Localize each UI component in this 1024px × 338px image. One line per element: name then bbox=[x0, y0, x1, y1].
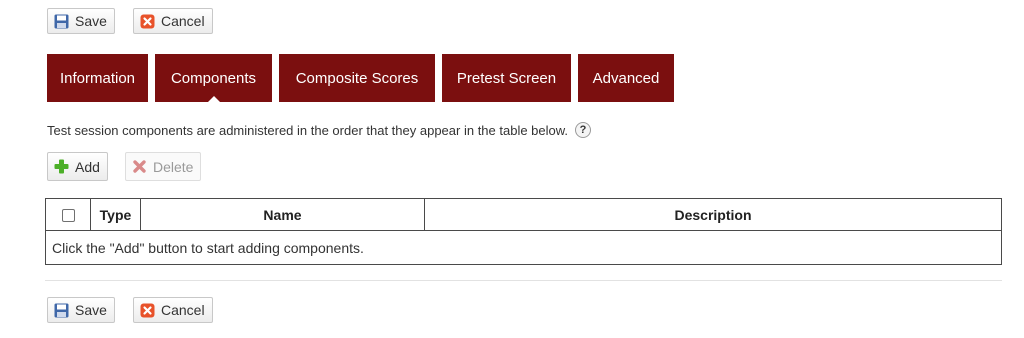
components-table: Type Name Description Click the "Add" bu… bbox=[45, 198, 1002, 265]
cancel-x-icon bbox=[140, 14, 155, 29]
delete-label: Delete bbox=[153, 158, 194, 175]
save-button-top[interactable]: Save bbox=[47, 8, 115, 34]
cancel-button-top[interactable]: Cancel bbox=[133, 8, 213, 34]
tab-label: Components bbox=[170, 69, 257, 87]
select-all-header[interactable] bbox=[45, 198, 91, 231]
cancel-label: Cancel bbox=[161, 302, 205, 318]
table-header-row: Type Name Description bbox=[45, 198, 1002, 231]
add-button[interactable]: Add bbox=[47, 152, 108, 181]
save-label: Save bbox=[75, 302, 107, 318]
delete-button[interactable]: Delete bbox=[125, 152, 202, 181]
tab-label: Information bbox=[59, 69, 136, 87]
column-header-type[interactable]: Type bbox=[90, 198, 141, 231]
add-label: Add bbox=[75, 158, 100, 175]
column-header-name[interactable]: Name bbox=[140, 198, 425, 231]
divider bbox=[45, 280, 1002, 281]
column-header-description[interactable]: Description bbox=[424, 198, 1002, 231]
info-text-row: Test session components are administered… bbox=[47, 122, 592, 138]
floppy-disk-icon bbox=[54, 14, 69, 29]
cancel-button-bottom[interactable]: Cancel bbox=[133, 297, 213, 323]
save-label: Save bbox=[75, 13, 107, 29]
tab-label: Advanced bbox=[592, 69, 660, 87]
table-row: Click the "Add" button to start adding c… bbox=[45, 230, 1002, 265]
tab-label: Composite Scores bbox=[295, 69, 419, 87]
cancel-x-icon bbox=[140, 303, 155, 318]
active-tab-indicator bbox=[206, 96, 221, 103]
question-circle-icon[interactable]: ? bbox=[575, 122, 592, 138]
tab-composite-scores[interactable]: Composite Scores bbox=[279, 54, 435, 102]
tab-components[interactable]: Components bbox=[155, 54, 272, 103]
floppy-disk-icon bbox=[54, 303, 69, 318]
tab-label: Pretest Screen bbox=[456, 69, 557, 87]
tab-pretest-screen[interactable]: Pretest Screen bbox=[442, 54, 571, 102]
delete-x-icon bbox=[132, 159, 147, 174]
empty-table-message: Click the "Add" button to start adding c… bbox=[45, 230, 1002, 265]
tab-advanced[interactable]: Advanced bbox=[578, 54, 674, 102]
plus-icon bbox=[54, 159, 69, 174]
save-button-bottom[interactable]: Save bbox=[47, 297, 115, 323]
info-text: Test session components are administered… bbox=[47, 122, 569, 138]
cancel-label: Cancel bbox=[161, 13, 205, 29]
select-all-checkbox[interactable] bbox=[61, 209, 75, 223]
tab-information[interactable]: Information bbox=[47, 54, 148, 102]
